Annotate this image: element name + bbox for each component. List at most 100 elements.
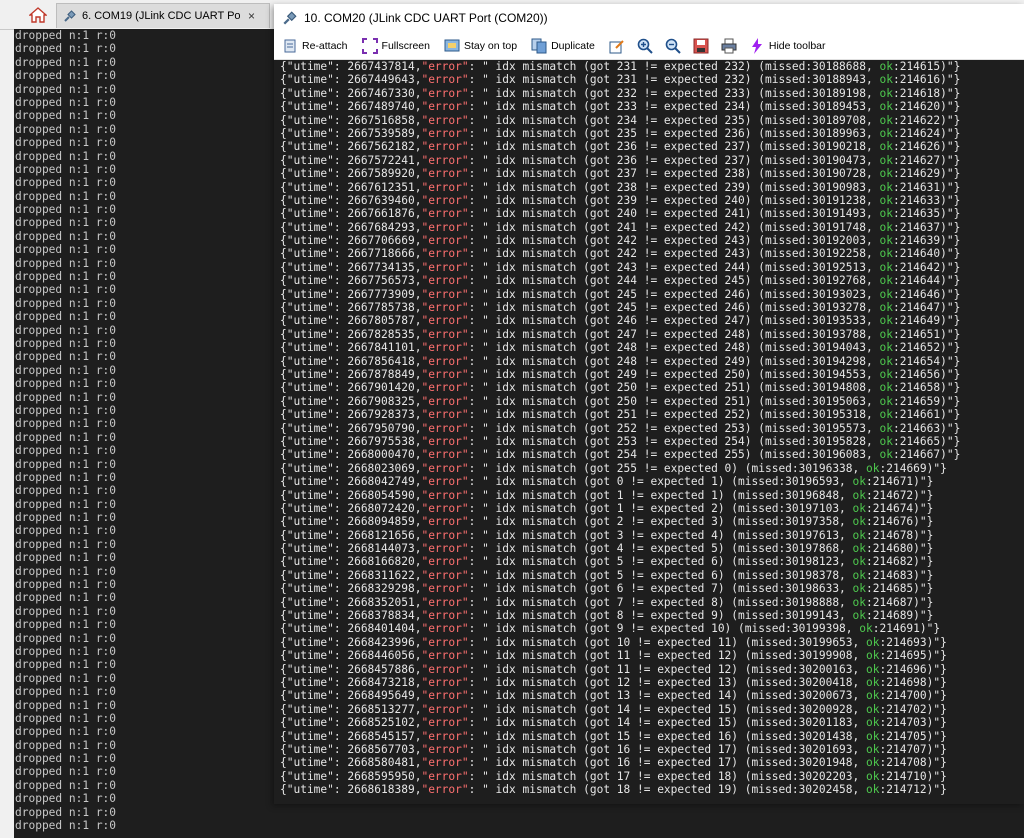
tab-com19[interactable]: 6. COM19 (JLink CDC UART Port ( × [56, 3, 270, 28]
terminal-line: dropped n:1 r:0 [15, 176, 117, 190]
left-window-edge [0, 0, 15, 838]
log-utime: {"utime": 2668446056, [280, 649, 422, 663]
log-utime: {"utime": 2667805787, [280, 314, 422, 328]
terminal-line: dropped n:1 r:0 [15, 430, 117, 444]
log-line: {"utime": 2667562182,"error": " idx mism… [280, 140, 1024, 153]
log-line: {"utime": 2667773909,"error": " idx mism… [280, 288, 1024, 301]
log-message: : " idx mismatch (got 237 != expected 23… [468, 167, 880, 181]
log-line: {"utime": 2667706669,"error": " idx mism… [280, 234, 1024, 247]
log-ok-value: :214685)"} [866, 582, 934, 596]
log-ok-value: :214712)"} [879, 783, 947, 797]
log-message: : " idx mismatch (got 9 != expected 10) … [468, 622, 860, 636]
terminal-line: dropped n:1 r:0 [15, 524, 117, 538]
log-message: : " idx mismatch (got 10 != expected 11)… [468, 635, 867, 649]
duplicate-button[interactable]: Duplicate [531, 38, 595, 54]
terminal-line: dropped n:1 r:0 [15, 162, 117, 176]
log-utime: {"utime": 2668023069, [280, 461, 422, 475]
log-error-key: "error" [421, 488, 469, 502]
log-ok-key: ok [852, 501, 867, 515]
log-error-key: "error" [421, 662, 469, 676]
log-utime: {"utime": 2668618389, [280, 783, 422, 797]
edit-icon[interactable] [609, 38, 625, 54]
terminal-line: dropped n:1 r:0 [15, 109, 117, 123]
terminal-line: dropped n:1 r:0 [15, 618, 117, 632]
log-utime: {"utime": 2668378834, [280, 609, 422, 623]
close-icon[interactable]: × [248, 9, 255, 23]
log-error-key: "error" [421, 207, 469, 221]
log-ok-key: ok [879, 260, 893, 274]
log-ok-value: :214624)"} [892, 126, 961, 140]
log-error-key: "error" [421, 716, 469, 730]
com20-terminal[interactable]: {"utime": 2667437814,"error": " idx mism… [274, 60, 1024, 804]
terminal-line: dropped n:1 r:0 [15, 564, 117, 578]
log-message: : " idx mismatch (got 245 != expected 24… [468, 287, 880, 301]
log-ok-key: ok [859, 622, 873, 636]
log-ok-value: :214658)"} [892, 381, 961, 395]
log-ok-value: :214618)"} [892, 86, 961, 100]
log-error-key: "error" [421, 274, 469, 288]
log-line: {"utime": 2668121656,"error": " idx mism… [280, 529, 1024, 542]
log-ok-key: ok [879, 354, 893, 368]
home-button[interactable] [26, 4, 50, 26]
log-message: : " idx mismatch (got 248 != expected 24… [468, 354, 880, 368]
log-error-key: "error" [421, 73, 469, 87]
stay-on-top-button[interactable]: Stay on top [444, 38, 517, 54]
log-utime: {"utime": 2667785738, [280, 301, 422, 315]
terminal-line: dropped n:1 r:0 [15, 336, 117, 350]
log-message: : " idx mismatch (got 252 != expected 25… [468, 421, 880, 435]
log-utime: {"utime": 2667437814, [280, 60, 422, 73]
terminal-line: dropped n:1 r:0 [15, 29, 117, 42]
log-ok-key: ok [879, 113, 893, 127]
log-line: {"utime": 2667928373,"error": " idx mism… [280, 408, 1024, 421]
log-utime: {"utime": 2668000470, [280, 448, 422, 462]
terminal-line: dropped n:1 r:0 [15, 604, 117, 618]
log-ok-key: ok [852, 488, 867, 502]
log-line: {"utime": 2667684293,"error": " idx mism… [280, 221, 1024, 234]
log-ok-key: ok [879, 394, 893, 408]
log-ok-key: ok [879, 408, 893, 422]
com19-terminal[interactable]: dropped n:1 r:0 dropped n:1 r:0 dropped n:… [14, 29, 274, 838]
terminal-line: dropped n:1 r:0 [15, 55, 117, 69]
log-utime: {"utime": 2668567703, [280, 742, 422, 756]
log-ok-value: :214635)"} [892, 207, 961, 221]
log-utime: {"utime": 2667756573, [280, 274, 422, 288]
log-ok-key: ok [879, 327, 893, 341]
log-message: : " idx mismatch (got 18 != expected 19)… [468, 783, 867, 797]
print-icon[interactable] [721, 38, 737, 54]
log-ok-value: :214654)"} [892, 354, 961, 368]
log-ok-value: :214629)"} [892, 167, 961, 181]
log-message: : " idx mismatch (got 2 != expected 3) (… [468, 515, 853, 529]
log-message: : " idx mismatch (got 16 != expected 17)… [468, 742, 867, 756]
window-title-bar[interactable]: 10. COM20 (JLink CDC UART Port (COM20)) [274, 4, 1024, 32]
zoom-out-icon[interactable] [665, 38, 681, 54]
log-line: {"utime": 2668580481,"error": " idx mism… [280, 756, 1024, 769]
terminal-line: dropped n:1 r:0 [15, 457, 117, 471]
log-ok-key: ok [866, 702, 880, 716]
log-error-key: "error" [421, 501, 469, 515]
hide-toolbar-button[interactable]: Hide toolbar [749, 37, 826, 54]
log-message: : " idx mismatch (got 234 != expected 23… [468, 113, 880, 127]
log-ok-key: ok [879, 367, 893, 381]
log-error-key: "error" [421, 354, 469, 368]
com20-window: 10. COM20 (JLink CDC UART Port (COM20)) … [274, 4, 1024, 804]
log-ok-key: ok [879, 73, 893, 87]
log-ok-value: :214622)"} [892, 113, 961, 127]
terminal-line: dropped n:1 r:0 [15, 417, 117, 431]
terminal-line: dropped n:1 r:0 [15, 270, 117, 284]
log-line: {"utime": 2668378834,"error": " idx mism… [280, 609, 1024, 622]
log-line: {"utime": 2668423996,"error": " idx mism… [280, 636, 1024, 649]
log-ok-value: :214631)"} [892, 180, 961, 194]
log-error-key: "error" [421, 327, 469, 341]
reattach-button[interactable]: Re-attach [282, 38, 348, 54]
log-line: {"utime": 2668595950,"error": " idx mism… [280, 770, 1024, 783]
log-ok-value: :214639)"} [892, 234, 961, 248]
log-ok-key: ok [866, 662, 880, 676]
reattach-label: Re-attach [302, 39, 348, 52]
fullscreen-button[interactable]: Fullscreen [361, 37, 430, 54]
save-icon[interactable] [693, 38, 709, 54]
zoom-in-icon[interactable] [637, 38, 653, 54]
log-message: : " idx mismatch (got 8 != expected 9) (… [468, 609, 853, 623]
terminal-line: dropped n:1 r:0 [15, 350, 117, 364]
log-ok-key: ok [866, 675, 880, 689]
log-ok-key: ok [852, 609, 867, 623]
